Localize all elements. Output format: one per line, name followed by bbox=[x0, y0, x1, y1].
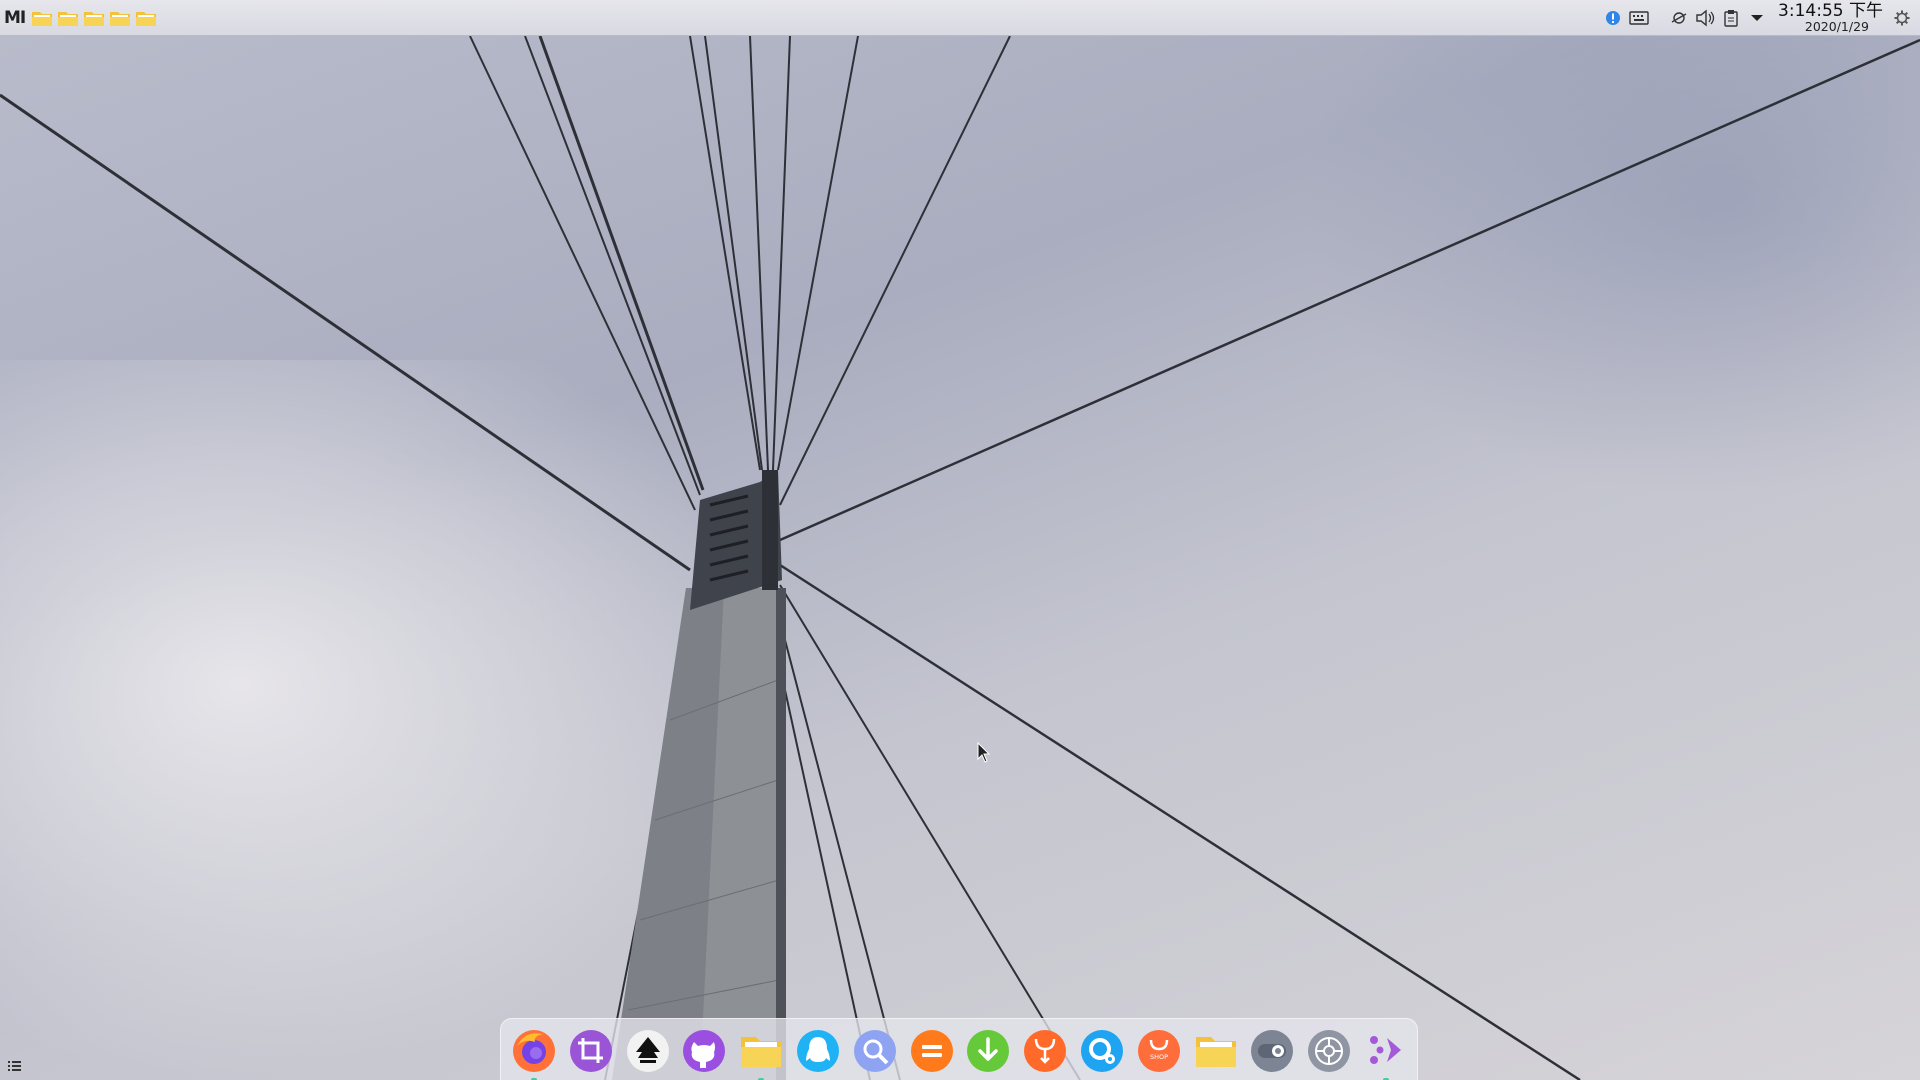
shop-label: SHOP bbox=[1150, 1053, 1168, 1061]
dock-item-inkscape[interactable] bbox=[623, 1025, 673, 1077]
gear-icon bbox=[1308, 1030, 1351, 1072]
system-tray: 3:14:55 下午 2020/1/29 bbox=[1600, 0, 1920, 36]
shop-icon bbox=[1137, 1030, 1180, 1072]
tray-spacer-icon bbox=[1653, 6, 1665, 30]
tool-icon bbox=[1080, 1030, 1123, 1072]
desktop[interactable]: MI 3:14:55 下午 2020/1/29 SHOP bbox=[0, 0, 1920, 1080]
dock: SHOP bbox=[500, 1018, 1418, 1080]
clock[interactable]: 3:14:55 下午 2020/1/29 bbox=[1778, 0, 1883, 34]
folder-icon[interactable] bbox=[57, 8, 79, 28]
dock-item-app-store[interactable]: SHOP bbox=[1134, 1025, 1184, 1077]
dock-item-qq[interactable] bbox=[793, 1025, 843, 1077]
dock-item-screenshot[interactable] bbox=[566, 1025, 616, 1077]
network-icon[interactable] bbox=[1667, 6, 1691, 30]
download-icon bbox=[967, 1030, 1010, 1072]
expand-tray-icon[interactable] bbox=[1745, 6, 1769, 30]
dock-item-search[interactable] bbox=[850, 1025, 900, 1077]
install-icon bbox=[1024, 1030, 1067, 1072]
launcher-icon bbox=[1369, 1036, 1401, 1064]
dock-item-downloader[interactable] bbox=[963, 1025, 1013, 1077]
wallpaper-bridge bbox=[0, 35, 1920, 1080]
dock-item-firefox[interactable] bbox=[509, 1025, 559, 1080]
mouse-pointer-icon bbox=[977, 742, 991, 763]
folder-icon bbox=[741, 1037, 782, 1067]
folder-icon[interactable] bbox=[31, 8, 53, 28]
info-icon[interactable] bbox=[1601, 6, 1625, 30]
panel-left-area: MI bbox=[4, 0, 157, 36]
folder-icon[interactable] bbox=[135, 8, 157, 28]
top-panel: MI 3:14:55 下午 2020/1/29 bbox=[0, 0, 1920, 36]
folder-icon bbox=[1195, 1037, 1236, 1067]
keyboard-icon[interactable] bbox=[1627, 6, 1651, 30]
firefox-icon bbox=[513, 1030, 555, 1072]
gear-icon[interactable] bbox=[1890, 6, 1914, 30]
dock-item-github[interactable] bbox=[679, 1025, 729, 1077]
clipboard-icon[interactable] bbox=[1719, 6, 1743, 30]
dock-item-launcher[interactable] bbox=[1361, 1025, 1411, 1080]
folder-icon[interactable] bbox=[83, 8, 105, 28]
inkscape-icon bbox=[626, 1030, 669, 1072]
penguin-icon bbox=[796, 1030, 839, 1072]
folder-icon[interactable] bbox=[109, 8, 131, 28]
clock-time: 3:14:55 下午 bbox=[1778, 0, 1883, 21]
github-icon bbox=[683, 1030, 726, 1072]
dock-item-settings-tool[interactable] bbox=[1077, 1025, 1127, 1077]
toggle-icon bbox=[1251, 1030, 1294, 1072]
volume-icon[interactable] bbox=[1693, 6, 1717, 30]
show-desktop-icon[interactable] bbox=[8, 1060, 22, 1072]
dock-item-folders[interactable] bbox=[1191, 1025, 1241, 1077]
dock-item-toggle[interactable] bbox=[1247, 1025, 1297, 1077]
crop-icon bbox=[569, 1030, 612, 1072]
dock-item-package-installer[interactable] bbox=[1020, 1025, 1070, 1077]
magnifier-icon bbox=[853, 1030, 896, 1072]
mi-logo-menu[interactable]: MI bbox=[4, 8, 26, 28]
dock-item-file-manager[interactable] bbox=[736, 1025, 786, 1080]
dock-item-system-settings[interactable] bbox=[1304, 1025, 1354, 1077]
clock-date: 2020/1/29 bbox=[1804, 18, 1869, 34]
equals-icon bbox=[910, 1030, 953, 1072]
dock-item-notes[interactable] bbox=[907, 1025, 957, 1077]
